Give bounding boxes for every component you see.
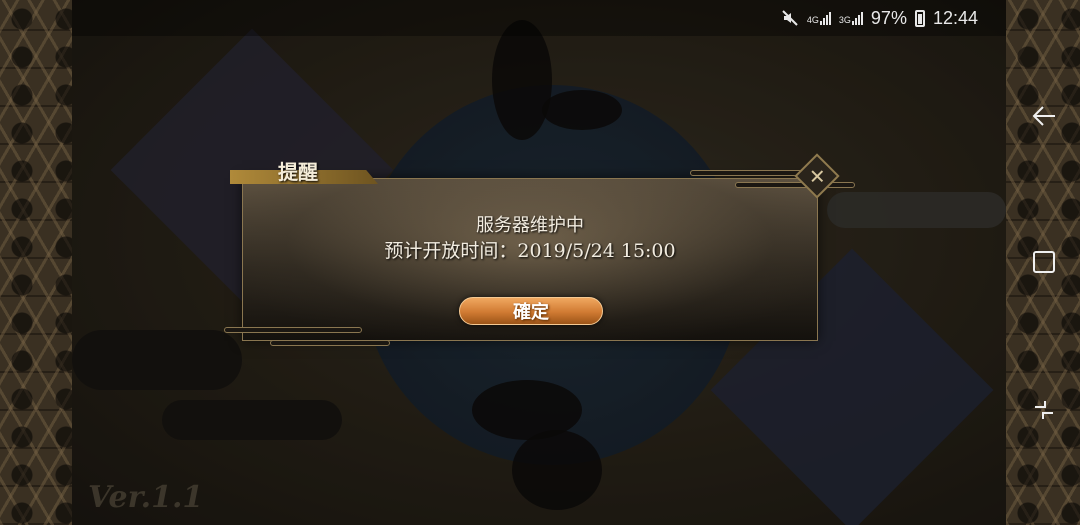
- signal-4g-icon: 4G: [807, 11, 831, 25]
- recents-button[interactable]: [1022, 388, 1066, 432]
- signal-3g-icon: 3G: [839, 11, 863, 25]
- home-button[interactable]: [1022, 240, 1066, 284]
- decorative-bar: [735, 182, 855, 188]
- decorative-bar: [224, 327, 362, 333]
- back-arrow-icon: [1032, 106, 1055, 126]
- back-button[interactable]: [1022, 94, 1066, 138]
- clock: 12:44: [932, 7, 978, 28]
- dialog-message-line1: 服务器维护中: [476, 215, 584, 236]
- recents-icon: [1035, 401, 1053, 419]
- mute-icon: [782, 10, 798, 26]
- screen: Ver.1.1 4G 3G 97% 12:44 提醒 ✕ 服务器维护中 预计开放…: [0, 0, 1080, 525]
- close-icon: ✕: [808, 163, 826, 188]
- status-bar: 4G 3G 97% 12:44: [72, 0, 1006, 36]
- home-square-icon: [1033, 251, 1055, 273]
- confirm-button[interactable]: 確定: [459, 297, 603, 325]
- dialog-title: 提醒: [278, 160, 318, 184]
- dialog-message-line2: 预计开放时间：2019/5/24 15:00: [384, 240, 676, 262]
- decorative-bar: [690, 170, 810, 176]
- battery-percent: 97%: [870, 7, 907, 28]
- left-pattern-panel: [0, 0, 72, 525]
- battery-icon: [914, 9, 925, 27]
- decorative-bar: [270, 340, 390, 346]
- status-indicators: 4G 3G 97% 12:44: [781, 6, 978, 30]
